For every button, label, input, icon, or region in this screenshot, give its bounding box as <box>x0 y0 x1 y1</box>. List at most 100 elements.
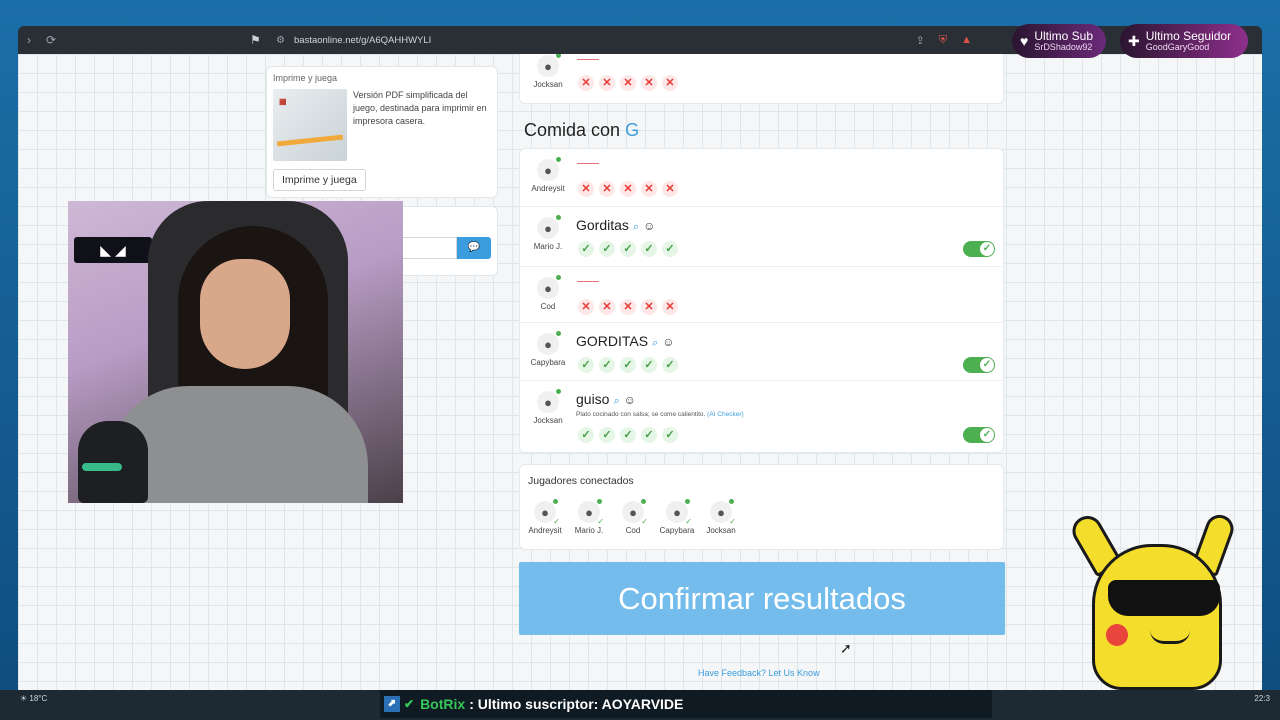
extension-shield-icon[interactable]: ⛨ <box>939 34 947 47</box>
answer-row: ● Andreysit ✕ ✕ ✕ ✕ ✕ <box>520 149 1003 207</box>
online-indicator <box>556 275 561 280</box>
forward-icon[interactable]: › <box>18 33 40 47</box>
avatar: ● ✓ <box>710 499 736 526</box>
answer-row: ● Capybara GORDITAS ⌕ ☺ ✓ ✓ ✓ ✓ ✓ ✓ <box>520 323 1003 381</box>
player-name: Capybara <box>659 526 695 535</box>
answer-value: Gorditas <box>576 217 629 233</box>
pencil-icon <box>276 134 344 147</box>
promo-thumbnail: ▦ <box>273 89 347 161</box>
online-indicator <box>556 331 561 336</box>
player-name: Cod <box>540 302 556 311</box>
vote-list: ✕ ✕ ✕ ✕ ✕ <box>578 75 678 91</box>
avatar: ● <box>537 389 561 413</box>
search-icon[interactable]: ⌕ <box>633 221 639 233</box>
search-icon[interactable]: ⌕ <box>652 337 658 349</box>
share-icon[interactable]: ⇪ <box>916 34 925 47</box>
extension-alert-icon[interactable]: ▲ <box>961 34 972 47</box>
player-name: Mario J. <box>574 526 604 535</box>
reject-vote-icon: ✕ <box>620 299 636 315</box>
approve-toggle[interactable]: ✓ <box>963 357 995 373</box>
connected-players-card: Jugadores conectados ● ✓ Andreysit ● ✓ Mario … <box>519 464 1004 550</box>
approve-vote-icon: ✓ <box>599 241 615 257</box>
player-info: ● Andreysit <box>528 157 568 193</box>
weather-temp: 18°C <box>29 694 48 703</box>
last-sub-badge: ♥ Ultimo Sub SrDShadow92 <box>1012 24 1106 58</box>
answer-value: GORDITAS <box>576 333 649 349</box>
microphone <box>78 421 148 503</box>
player-name: Jocksan <box>533 416 563 425</box>
online-indicator <box>553 499 558 504</box>
reject-vote-icon: ✕ <box>662 181 678 197</box>
feedback-link[interactable]: Have Feedback? Let Us Know <box>698 668 820 678</box>
answer-text: guiso ⌕ ☺ <box>576 391 636 408</box>
reject-vote-icon: ✕ <box>599 181 615 197</box>
online-indicator <box>556 389 561 394</box>
neon-eyes-sign: ◣ ◢ <box>74 237 152 263</box>
approve-toggle[interactable]: ✓ <box>963 427 995 443</box>
reject-vote-icon: ✕ <box>641 75 657 91</box>
player-name: Cod <box>625 526 641 535</box>
reload-icon[interactable]: ⟳ <box>40 33 62 47</box>
ready-check-icon: ✓ <box>729 517 736 526</box>
vote-list: ✕ ✕ ✕ ✕ ✕ <box>578 181 678 197</box>
player-name: Jocksan <box>533 80 563 89</box>
ai-hint: Plato cocinado con salsa; se come calien… <box>576 411 744 418</box>
avatar: ● ✓ <box>578 499 604 526</box>
search-icon[interactable]: ⌕ <box>613 395 619 407</box>
reject-vote-icon: ✕ <box>578 181 594 197</box>
user-icon: ● <box>544 162 552 178</box>
connected-player: ● ✓ Andreysit <box>526 499 564 535</box>
reject-vote-icon: ✕ <box>599 75 615 91</box>
player-name: Jocksan <box>706 526 736 535</box>
avatar: ● ✓ <box>622 499 648 526</box>
user-icon: ● <box>673 504 681 520</box>
heart-icon: ♥ <box>1020 33 1029 49</box>
approve-vote-icon: ✓ <box>620 357 636 373</box>
bookmark-icon[interactable]: ⚑ <box>250 33 261 47</box>
avatar: ● ✓ <box>534 499 560 526</box>
connected-player: ● ✓ Jocksan <box>702 499 740 535</box>
confirm-results-button[interactable]: Confirmar resultados <box>519 562 1005 635</box>
approve-vote-icon: ✓ <box>578 357 594 373</box>
emoji-react-icon[interactable]: ☺ <box>662 335 674 349</box>
ready-check-icon: ✓ <box>685 517 692 526</box>
reject-vote-icon: ✕ <box>662 75 678 91</box>
user-icon: ● <box>717 504 725 520</box>
online-indicator <box>685 499 690 504</box>
weather-widget[interactable]: ☀ 18°C <box>20 694 47 703</box>
last-sub-name: SrDShadow92 <box>1034 41 1093 52</box>
print-and-play-button[interactable]: Imprime y juega <box>273 169 366 191</box>
player-info: ● Jocksan <box>528 389 568 425</box>
empty-answer-line <box>577 163 599 164</box>
ai-checker-link[interactable]: (AI Checker) <box>707 411 743 418</box>
address-bar[interactable]: bastaonline.net/g/A6QAHHWYLI <box>294 35 431 46</box>
botrix-logo-icon: ⬈ <box>384 696 400 712</box>
answer-row: ● Mario J. Gorditas ⌕ ☺ ✓ ✓ ✓ ✓ ✓ ✓ <box>520 207 1003 267</box>
player-name: Andreysit <box>528 526 562 535</box>
approve-vote-icon: ✓ <box>599 357 615 373</box>
mouse-cursor-icon: ➚ <box>840 640 852 656</box>
emoji-react-icon[interactable]: ☺ <box>624 393 636 407</box>
approve-vote-icon: ✓ <box>599 427 615 443</box>
last-sub-title: Ultimo Sub <box>1034 28 1093 43</box>
reject-vote-icon: ✕ <box>578 299 594 315</box>
streamer-face <box>200 259 290 369</box>
ai-hint-text: Plato cocinado con salsa; se come calien… <box>576 411 706 418</box>
ready-check-icon: ✓ <box>641 517 648 526</box>
check-icon: ✓ <box>980 358 994 372</box>
user-icon: ● <box>544 58 552 74</box>
avatar: ● <box>537 331 561 355</box>
approve-toggle[interactable]: ✓ <box>963 241 995 257</box>
online-indicator <box>597 499 602 504</box>
vote-list: ✓ ✓ ✓ ✓ ✓ <box>578 357 678 373</box>
chat-send-button[interactable]: 💬 <box>457 237 491 259</box>
emoji-react-icon[interactable]: ☺ <box>643 219 655 233</box>
botrix-ticker: ⬈ ✔ BotRix : Ultimo suscriptor: AOYARVID… <box>380 690 992 718</box>
avatar: ● <box>537 157 561 181</box>
approve-vote-icon: ✓ <box>641 357 657 373</box>
webcam-feed: ◣ ◢ <box>68 201 403 503</box>
empty-answer-line <box>577 59 599 60</box>
player-info: ● Capybara <box>528 331 568 367</box>
site-settings-icon[interactable]: ⚙ <box>276 35 285 46</box>
reject-vote-icon: ✕ <box>662 299 678 315</box>
